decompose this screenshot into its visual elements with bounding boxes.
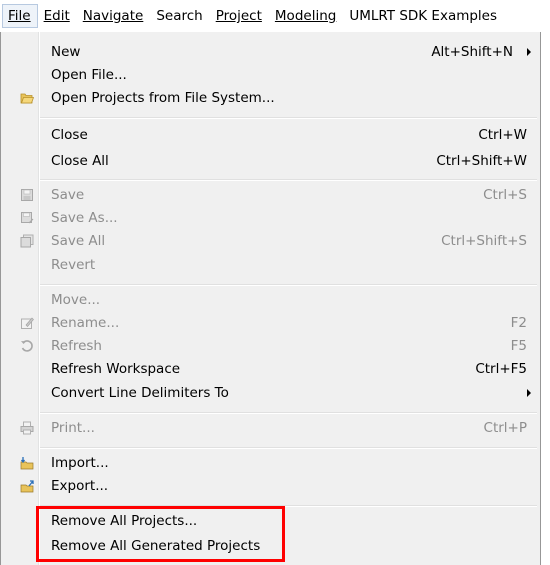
- save-all-icon: [20, 234, 34, 248]
- export-icon: [20, 480, 34, 493]
- menu-item-remove-all-generated-projects[interactable]: Remove All Generated Projects: [0, 534, 539, 558]
- menu-modeling[interactable]: Modeling: [269, 4, 343, 28]
- menu-file[interactable]: File: [2, 4, 38, 28]
- menu-item-move[interactable]: Move...: [0, 288, 539, 312]
- menu-item-close-all[interactable]: Close All Ctrl+Shift+W: [0, 149, 539, 173]
- menu-item-refresh-workspace-shortcut: Ctrl+F5: [475, 361, 527, 377]
- menu-umlrt-sdk-examples[interactable]: UMLRT SDK Examples: [343, 4, 504, 28]
- menu-item-revert-label: Revert: [51, 257, 96, 273]
- menu-item-new-shortcut: Alt+Shift+N: [431, 44, 513, 60]
- menu-item-remove-all-projects-label: Remove All Projects...: [51, 513, 198, 529]
- menu-item-save-label: Save: [51, 187, 85, 203]
- menu-item-close-all-label: Close All: [51, 153, 109, 169]
- menu-item-save-as[interactable]: Save As...: [0, 206, 539, 230]
- menu-item-export[interactable]: Export...: [0, 474, 539, 498]
- print-icon: [20, 421, 34, 435]
- menu-item-print[interactable]: Print... Ctrl+P: [0, 416, 539, 440]
- save-as-icon: [21, 212, 34, 224]
- menu-item-close-all-shortcut: Ctrl+Shift+W: [436, 153, 527, 169]
- menu-umlrt-sdk-examples-label: UMLRT SDK Examples: [349, 8, 498, 24]
- menu-item-save[interactable]: Save Ctrl+S: [0, 183, 539, 207]
- submenu-arrow-icon: [527, 48, 531, 56]
- menu-item-convert-line-delimiters-label: Convert Line Delimiters To: [51, 385, 229, 401]
- menu-item-new-label: New: [51, 44, 81, 60]
- menu-item-rename[interactable]: Rename... F2: [0, 311, 539, 335]
- menu-item-revert[interactable]: Revert: [0, 253, 539, 277]
- eclipse-window: File Edit Navigate Search Project Modeli…: [0, 0, 550, 565]
- menu-file-label: File: [8, 8, 31, 24]
- menu-item-move-label: Move...: [51, 292, 101, 308]
- file-menu-dropdown: New Alt+Shift+N Open File... Open Projec…: [0, 32, 541, 565]
- menu-item-save-all-shortcut: Ctrl+Shift+S: [441, 233, 527, 249]
- menu-item-new[interactable]: New Alt+Shift+N: [0, 40, 539, 64]
- menu-item-refresh-label: Refresh: [51, 338, 102, 354]
- menu-item-export-label: Export...: [51, 478, 109, 494]
- menu-item-print-label: Print...: [51, 420, 95, 436]
- menu-item-open-projects[interactable]: Open Projects from File System...: [0, 86, 539, 110]
- menu-search[interactable]: Search: [150, 4, 209, 28]
- menu-project[interactable]: Project: [210, 4, 269, 28]
- menu-item-open-file-label: Open File...: [51, 67, 127, 83]
- menu-edit-label: Edit: [43, 8, 70, 24]
- menu-item-open-file[interactable]: Open File...: [0, 63, 539, 87]
- menu-item-convert-line-delimiters[interactable]: Convert Line Delimiters To: [0, 381, 539, 405]
- menu-item-close-label: Close: [51, 127, 88, 143]
- menu-item-import[interactable]: Import...: [0, 451, 539, 475]
- menu-edit[interactable]: Edit: [38, 4, 77, 28]
- menu-item-close-shortcut: Ctrl+W: [478, 127, 527, 143]
- menu-navigate[interactable]: Navigate: [77, 4, 151, 28]
- menu-item-save-all-label: Save All: [51, 233, 106, 249]
- rename-icon: [21, 317, 34, 329]
- menu-search-label: Search: [156, 8, 203, 24]
- menu-item-remove-all-projects[interactable]: Remove All Projects...: [0, 509, 539, 533]
- menu-separator: [40, 505, 537, 507]
- refresh-icon: [21, 340, 33, 352]
- submenu-arrow-icon: [527, 389, 531, 397]
- menu-item-save-all[interactable]: Save All Ctrl+Shift+S: [0, 229, 539, 253]
- menu-modeling-label: Modeling: [274, 8, 337, 24]
- menu-item-open-projects-label: Open Projects from File System...: [51, 90, 275, 106]
- menu-separator: [40, 179, 537, 181]
- folder-open-icon: [20, 93, 34, 104]
- menu-navigate-label: Navigate: [82, 8, 144, 24]
- menu-item-rename-shortcut: F2: [510, 315, 527, 331]
- menu-item-refresh-shortcut: F5: [510, 338, 527, 354]
- menu-item-close[interactable]: Close Ctrl+W: [0, 123, 539, 147]
- menu-project-label: Project: [215, 8, 262, 24]
- menu-item-print-shortcut: Ctrl+P: [483, 420, 527, 436]
- menu-item-refresh-workspace[interactable]: Refresh Workspace Ctrl+F5: [0, 357, 539, 381]
- menu-item-save-as-label: Save As...: [51, 210, 118, 226]
- import-icon: [20, 457, 34, 470]
- save-icon: [21, 189, 33, 201]
- menu-item-refresh[interactable]: Refresh F5: [0, 334, 539, 358]
- menu-separator: [40, 117, 537, 119]
- menu-bar: File Edit Navigate Search Project Modeli…: [0, 0, 550, 32]
- menu-item-remove-all-generated-projects-label: Remove All Generated Projects: [51, 538, 261, 554]
- menu-separator: [40, 412, 537, 414]
- menu-separator: [40, 447, 537, 449]
- menu-item-save-shortcut: Ctrl+S: [483, 187, 527, 203]
- menu-item-import-label: Import...: [51, 455, 109, 471]
- menu-separator: [40, 284, 537, 286]
- menu-item-refresh-workspace-label: Refresh Workspace: [51, 361, 181, 377]
- menu-item-rename-label: Rename...: [51, 315, 120, 331]
